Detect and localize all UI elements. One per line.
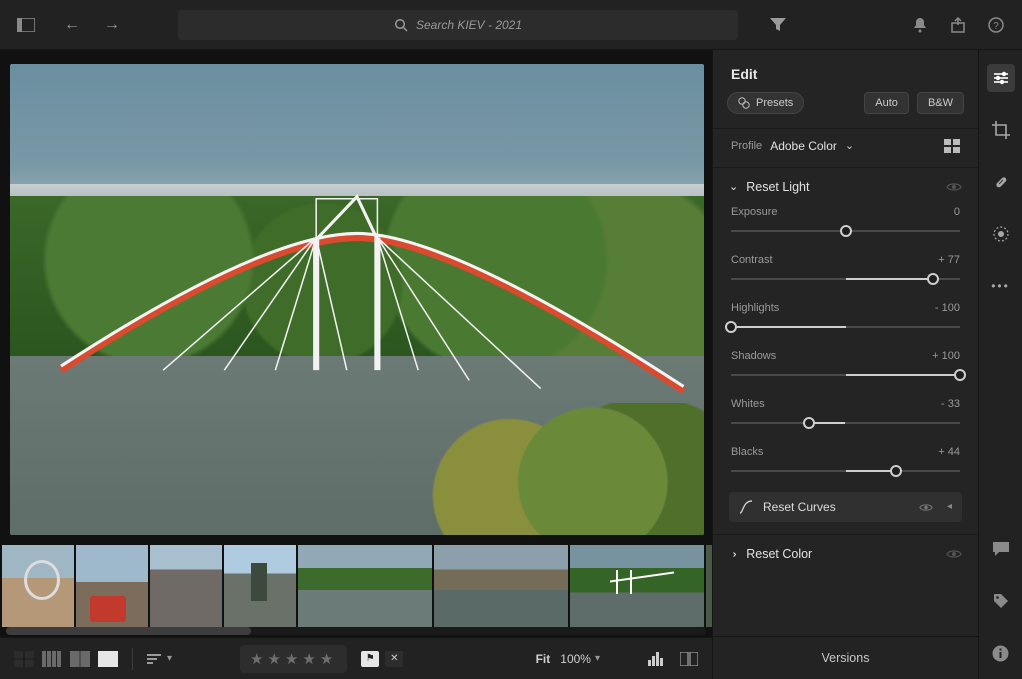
histogram-toggle-icon[interactable] — [648, 652, 666, 666]
svg-text:?: ? — [993, 21, 999, 32]
filmstrip — [0, 541, 712, 637]
presets-icon — [738, 97, 750, 109]
flag-pick-icon[interactable]: ⚑ — [361, 651, 379, 667]
crop-tool-icon[interactable] — [987, 116, 1015, 144]
more-icon[interactable]: ••• — [987, 272, 1015, 300]
versions-button[interactable]: Versions — [713, 636, 978, 679]
slider-label: Highlights — [731, 302, 779, 314]
edit-tool-icon[interactable] — [987, 64, 1015, 92]
filmstrip-scrollbar[interactable] — [6, 627, 706, 635]
slider-track[interactable] — [731, 320, 960, 334]
slider-track[interactable] — [731, 368, 960, 382]
chevron-right-icon: ⌄ — [728, 549, 739, 558]
slider-track[interactable] — [731, 224, 960, 238]
view-single-icon[interactable] — [98, 651, 118, 667]
view-compare-icon[interactable] — [70, 651, 90, 667]
slider-exposure: Exposure 0 — [729, 194, 962, 242]
slider-knob[interactable] — [840, 225, 852, 237]
bw-button[interactable]: B&W — [917, 92, 964, 114]
slider-blacks: Blacks + 44 — [729, 434, 962, 482]
presets-button[interactable]: Presets — [727, 92, 804, 114]
search-placeholder: Search KIEV - 2021 — [416, 18, 522, 32]
nav-back-button[interactable]: ← — [60, 13, 84, 37]
caret-icon: ◂ — [947, 502, 952, 512]
slider-knob[interactable] — [954, 369, 966, 381]
info-icon[interactable] — [987, 639, 1015, 667]
slider-value: + 77 — [938, 254, 960, 266]
help-icon[interactable]: ? — [984, 13, 1008, 37]
slider-track[interactable] — [731, 416, 960, 430]
sort-button[interactable]: ▾ — [147, 653, 172, 665]
slider-shadows: Shadows + 100 — [729, 338, 962, 386]
slider-knob[interactable] — [803, 417, 815, 429]
eye-icon[interactable] — [946, 549, 962, 559]
search-icon — [394, 18, 408, 32]
eye-icon[interactable] — [919, 503, 933, 512]
bottom-bar: ▾ ★★★★★ ⚑ ✕ Fit 100% ▾ — [0, 637, 712, 679]
thumbnail[interactable] — [434, 545, 568, 627]
top-bar: ← → Search KIEV - 2021 ? — [0, 0, 1022, 50]
slider-whites: Whites - 33 — [729, 386, 962, 434]
profile-value[interactable]: Adobe Color — [770, 139, 837, 153]
photo-preview[interactable] — [10, 64, 704, 535]
thumbnail[interactable] — [298, 545, 432, 627]
chevron-down-icon[interactable]: ⌄ — [845, 141, 854, 152]
curves-button[interactable]: Reset Curves ◂ — [729, 492, 962, 522]
nav-forward-button[interactable]: → — [100, 13, 124, 37]
thumbnail-selected[interactable] — [570, 545, 704, 627]
slider-label: Contrast — [731, 254, 773, 266]
slider-value: + 100 — [932, 350, 960, 362]
slider-value: - 33 — [941, 398, 960, 410]
chevron-down-icon: ⌄ — [729, 182, 738, 193]
profile-label: Profile — [731, 140, 762, 152]
light-section: ⌄ Reset Light Exposure 0 Contrast + 77 Highl… — [713, 167, 978, 534]
thumbnail[interactable] — [2, 545, 74, 627]
edit-panel: Edit Presets Auto B&W Profile Adobe Colo… — [712, 50, 978, 679]
flag-reject-icon[interactable]: ✕ — [385, 651, 403, 667]
slider-track[interactable] — [731, 272, 960, 286]
slider-value: 0 — [954, 206, 960, 218]
slider-label: Shadows — [731, 350, 776, 362]
slider-track[interactable] — [731, 464, 960, 478]
before-after-icon[interactable] — [680, 652, 698, 666]
auto-button[interactable]: Auto — [864, 92, 909, 114]
slider-highlights: Highlights - 100 — [729, 290, 962, 338]
share-icon[interactable] — [946, 13, 970, 37]
tool-rail: ••• — [978, 50, 1022, 679]
view-grid2-icon[interactable] — [42, 651, 62, 667]
mask-tool-icon[interactable] — [987, 220, 1015, 248]
thumbnail[interactable] — [150, 545, 222, 627]
slider-knob[interactable] — [890, 465, 902, 477]
zoom-value: 100% — [560, 652, 591, 666]
thumbnail[interactable] — [706, 545, 712, 627]
slider-label: Whites — [731, 398, 765, 410]
slider-value: - 100 — [935, 302, 960, 314]
tag-icon[interactable] — [987, 587, 1015, 615]
zoom-dropdown[interactable]: 100% ▾ — [560, 652, 600, 666]
heal-tool-icon[interactable] — [987, 168, 1015, 196]
curve-icon — [739, 500, 753, 514]
search-input[interactable]: Search KIEV - 2021 — [178, 10, 738, 40]
light-section-header[interactable]: ⌄ Reset Light — [729, 180, 962, 194]
color-section-header[interactable]: ⌄ Reset Color — [729, 547, 962, 561]
edit-panel-title: Edit — [713, 50, 978, 92]
slider-value: + 44 — [938, 446, 960, 458]
slider-label: Blacks — [731, 446, 763, 458]
slider-label: Exposure — [731, 206, 777, 218]
view-grid-icon[interactable] — [14, 651, 34, 667]
rating-stars[interactable]: ★★★★★ — [240, 645, 347, 673]
filter-icon[interactable] — [766, 13, 790, 37]
slider-contrast: Contrast + 77 — [729, 242, 962, 290]
notifications-icon[interactable] — [908, 13, 932, 37]
fit-button[interactable]: Fit — [536, 652, 551, 666]
panel-toggle-icon[interactable] — [14, 13, 38, 37]
comment-icon[interactable] — [987, 535, 1015, 563]
profile-browser-icon[interactable] — [944, 139, 960, 153]
thumbnail[interactable] — [224, 545, 296, 627]
slider-knob[interactable] — [927, 273, 939, 285]
thumbnail[interactable] — [76, 545, 148, 627]
slider-knob[interactable] — [725, 321, 737, 333]
eye-icon[interactable] — [946, 182, 962, 192]
